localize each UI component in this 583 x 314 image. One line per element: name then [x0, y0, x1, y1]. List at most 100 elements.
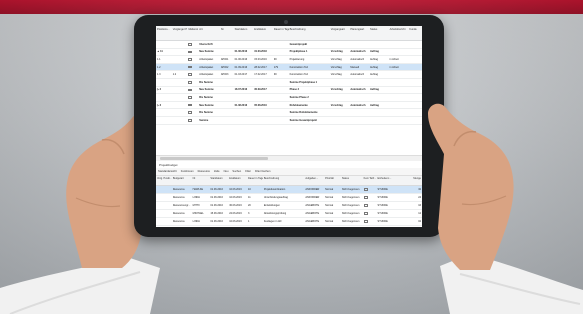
scrollbar-thumb[interactable]: [160, 157, 268, 160]
sub-col-priority[interactable]: Priorität: [324, 176, 341, 185]
checkbox-icon[interactable]: [188, 58, 193, 61]
no-tariff-checkbox[interactable]: [363, 196, 377, 199]
cell-end: 17.02.2017: [254, 73, 267, 77]
col-description[interactable]: Beschreibung: [289, 26, 330, 40]
checkbox-icon[interactable]: [188, 96, 193, 99]
cell-dur: 1: [248, 220, 250, 223]
sub-col-status[interactable]: Status: [341, 176, 363, 185]
milestone-checkbox[interactable]: [187, 96, 198, 99]
grid-row[interactable]: Überschrift Gesamtprojekt: [156, 41, 422, 49]
cell-dur: 90: [273, 57, 277, 61]
col-process-type[interactable]: Vorgangsart: [330, 26, 350, 40]
col-end-date[interactable]: Enddatum: [253, 26, 273, 40]
no-tariff-checkbox[interactable]: [363, 220, 377, 223]
milestone-checkbox[interactable]: [187, 111, 198, 114]
toolbar-row-button[interactable]: Zeile: [214, 170, 220, 173]
sub-col-task[interactable]: Aufgaben...: [304, 176, 324, 185]
milestone-checkbox[interactable]: [187, 118, 198, 122]
col-positions[interactable]: Positions...: [156, 26, 172, 40]
grid-row[interactable]: Bis Summe Summe Rohdokumente: [156, 109, 422, 117]
checkbox-icon[interactable]: [188, 88, 193, 92]
no-tariff-checkbox[interactable]: [363, 212, 377, 215]
cell-status: Auftrag: [369, 103, 379, 107]
sub-col-description[interactable]: Beschreibung: [263, 176, 305, 185]
toolbar-filter-button[interactable]: Filter: [245, 170, 251, 173]
milestone-checkbox[interactable]: [187, 73, 198, 76]
sub-col-quantity[interactable]: Menge: [400, 176, 422, 185]
checkbox-icon[interactable]: [188, 111, 193, 114]
cell-end: 10.06.2016: [229, 220, 242, 223]
toolbar-resource-button[interactable]: Ressource: [198, 170, 210, 173]
milestone-checkbox[interactable]: [187, 50, 198, 54]
checkbox-icon[interactable]: [188, 103, 193, 107]
col-number[interactable]: Nr.: [220, 26, 234, 40]
cell-start: 01.06.2016: [210, 204, 223, 207]
toolbar-view-button[interactable]: Standardansicht: [158, 170, 177, 173]
horizontal-scrollbar[interactable]: [156, 155, 422, 161]
sub-col-start[interactable]: Startdatum: [209, 176, 228, 185]
checkbox-icon[interactable]: [363, 188, 368, 191]
col-start-date[interactable]: Startdatum: [234, 26, 254, 40]
milestone-checkbox[interactable]: [187, 103, 198, 107]
checkbox-icon[interactable]: [188, 118, 193, 122]
cell-desc: Summe Phase 2: [289, 95, 309, 99]
sub-col-duration[interactable]: Dauer in Tagen: [247, 176, 263, 185]
grid-row[interactable]: 1.2 Arbeitspaket AP002 01.09.2016 28.02.2017…: [156, 63, 422, 72]
no-tariff-checkbox[interactable]: [363, 188, 377, 191]
milestone-checkbox[interactable]: [187, 43, 198, 46]
project-grid-body: Überschrift Gesamtprojekt ▲ 11 Neu Summe 01.…: [156, 41, 422, 125]
col-duration[interactable]: Dauer in Tagen: [273, 26, 289, 40]
budget-row[interactable]: Ressource MICHAEL 15.06.2016 22.06.2016 3 Abw…: [156, 210, 422, 218]
checkbox-icon[interactable]: [188, 80, 193, 84]
col-work-report[interactable]: Arbeitsbericht: [389, 26, 409, 40]
grid-row[interactable]: Bis Summe Summe Projektphase 1: [156, 79, 422, 87]
col-type[interactable]: Art: [198, 26, 220, 40]
checkbox-icon[interactable]: [188, 43, 193, 46]
cell-part: Automatisch: [350, 50, 366, 54]
budget-row[interactable]: Ressource HAWLKE 01.06.2016 10.06.2016 10 Pro…: [156, 186, 422, 194]
milestone-checkbox[interactable]: [187, 65, 198, 69]
project-grid-header: Positions... Vorgänger Positions... Meil…: [156, 26, 422, 41]
grid-row[interactable]: ▲ 11 Neu Summe 01.06.2016 31.03.2018 Projekt…: [156, 49, 422, 57]
grid-row[interactable]: ▷ 2 Neu Summe 18.07.2016 30.09.2017 Phase 2 V…: [156, 87, 422, 95]
grid-row[interactable]: Summe Summe Gesamtprojekt: [156, 117, 422, 125]
sub-col-no-tariff[interactable]: Kein Tarif...: [363, 176, 377, 185]
no-tariff-checkbox[interactable]: [363, 204, 377, 207]
checkbox-icon[interactable]: [363, 212, 368, 215]
col-status[interactable]: Status: [369, 26, 389, 40]
grid-row[interactable]: 1.1 Arbeitspaket AP001 01.06.2016 15.03.2016…: [156, 56, 422, 64]
col-milestone[interactable]: Meilenstein: [187, 26, 198, 40]
budget-row[interactable]: Ressource LINDA 01.06.2016 10.06.2016 1 Festl…: [156, 218, 422, 226]
checkbox-icon[interactable]: [188, 65, 193, 69]
cell-start: 01.06.2016: [210, 188, 223, 191]
checkbox-icon[interactable]: [188, 73, 193, 76]
sub-col-unit[interactable]: Einheitenc...: [377, 176, 401, 185]
checkbox-icon[interactable]: [188, 50, 193, 54]
cell-pos: 1.1: [157, 57, 161, 61]
cell-prio: Normal: [325, 212, 334, 215]
milestone-checkbox[interactable]: [187, 88, 198, 92]
cell-prio: Normal: [325, 196, 334, 199]
col-predecessor[interactable]: Vorgänger Positions...: [172, 26, 188, 40]
milestone-checkbox[interactable]: [187, 58, 198, 61]
grid-row[interactable]: 1.3 1.2 Arbeitspaket AP003 01.03.2017 17.02.2…: [156, 71, 422, 79]
grid-row[interactable]: ▷ 3 Neu Summe 01.08.2016 05.08.2016 Rohdokum…: [156, 102, 422, 110]
checkbox-icon[interactable]: [363, 196, 368, 199]
budget-row[interactable]: Ressourcengr... MITHI 01.06.2016 30.06.2016…: [156, 202, 422, 210]
milestone-checkbox[interactable]: [187, 80, 198, 84]
checkbox-icon[interactable]: [363, 204, 368, 207]
cell-end: 28.02.2017: [254, 65, 267, 69]
col-planning-type[interactable]: Planungsart: [349, 26, 369, 40]
sub-col-budget-type[interactable]: Budgetart: [172, 176, 192, 185]
checkbox-icon[interactable]: [363, 220, 368, 223]
toolbar-functions-button[interactable]: Funktionen: [181, 170, 194, 173]
sub-col-number[interactable]: Nr.: [192, 176, 210, 185]
sub-col-position[interactable]: Vorg. Positi...: [156, 176, 172, 185]
col-customer[interactable]: Kunde: [408, 26, 422, 40]
grid-row[interactable]: Bis Summe Summe Phase 2: [156, 94, 422, 102]
toolbar-clear-filter-button[interactable]: Filter löschen: [255, 170, 270, 173]
toolbar-new-button[interactable]: Neu: [224, 170, 229, 173]
sub-col-end[interactable]: Enddatum: [228, 176, 247, 185]
budget-row[interactable]: Ressource LINDA 01.06.2016 10.06.2016 11 Unte…: [156, 194, 422, 202]
toolbar-search-button[interactable]: Suchen: [232, 170, 241, 173]
